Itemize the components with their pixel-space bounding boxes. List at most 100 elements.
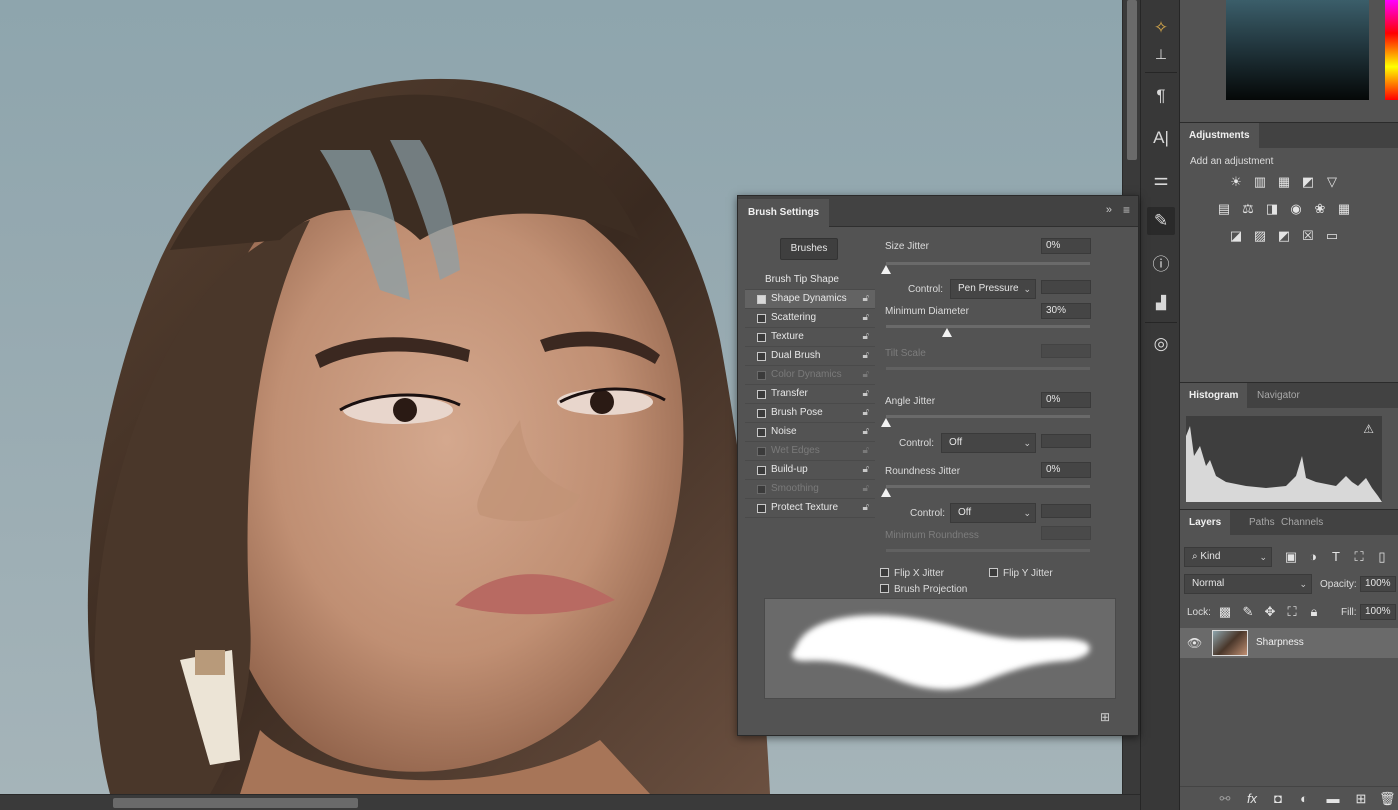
layer-filter-dropdown[interactable]: ⌕ Kind ⌄ [1184, 547, 1272, 567]
option-checkbox[interactable] [757, 352, 766, 361]
lock-pixels-icon[interactable]: ✎ [1240, 604, 1256, 620]
type-filter-icon[interactable]: T [1328, 549, 1344, 565]
flip-x-checkbox[interactable] [880, 568, 889, 577]
color-balance-icon[interactable]: ⚖ [1240, 201, 1256, 217]
scroll-thumb[interactable] [1127, 0, 1137, 160]
threshold-icon[interactable]: ◩ [1276, 228, 1292, 244]
new-adjustment-icon[interactable]: ◐ [1296, 791, 1312, 807]
size-jitter-slider[interactable] [886, 262, 1090, 265]
selective-color-icon[interactable]: ☒ [1300, 228, 1316, 244]
collapse-icon[interactable]: » [1106, 204, 1112, 216]
tab-layers[interactable]: Layers [1180, 510, 1231, 536]
option-checkbox[interactable] [757, 314, 766, 323]
lock-icon[interactable]: 🔓︎ [863, 388, 869, 399]
lock-icon[interactable]: 🔓︎ [863, 426, 869, 437]
option-checkbox[interactable] [757, 333, 766, 342]
tab-channels[interactable]: Channels [1272, 510, 1332, 536]
flip-y-checkbox[interactable] [989, 568, 998, 577]
info-icon[interactable]: ⓘ [1147, 248, 1175, 276]
brush-option-row[interactable]: Scattering 🔓︎ [745, 309, 875, 328]
size-jitter-knob[interactable] [881, 265, 891, 274]
layer-name[interactable]: Sharpness [1256, 637, 1304, 648]
brush-option-row[interactable]: Brush Tip Shape [745, 271, 875, 290]
size-jitter-input[interactable]: 0% [1041, 238, 1091, 254]
fade-input[interactable] [1041, 280, 1091, 294]
posterize-icon[interactable]: ▨ [1252, 228, 1268, 244]
angle-control-dropdown[interactable]: Off ⌄ [941, 433, 1036, 453]
roundness-jitter-input[interactable]: 0% [1041, 462, 1091, 478]
lock-icon[interactable]: 🔓︎ [863, 502, 869, 513]
paragraph-icon[interactable]: ¶ [1147, 82, 1175, 110]
minimum-diameter-knob[interactable] [942, 328, 953, 337]
tab-adjustments[interactable]: Adjustments [1180, 123, 1259, 149]
option-checkbox[interactable] [757, 428, 766, 437]
roundness-fade-input[interactable] [1041, 504, 1091, 518]
hue-slider[interactable] [1385, 0, 1398, 100]
history-brush-icon[interactable]: ✧ [1147, 14, 1175, 42]
panel-title[interactable]: Brush Settings [738, 199, 830, 227]
option-checkbox[interactable] [757, 466, 766, 475]
option-checkbox[interactable] [757, 409, 766, 418]
minimum-diameter-slider[interactable] [886, 325, 1090, 328]
pixel-filter-icon[interactable]: ▣ [1283, 549, 1299, 565]
levels-icon[interactable]: ▥ [1252, 174, 1268, 190]
brush-projection-checkbox[interactable] [880, 584, 889, 593]
opacity-input[interactable]: 100% [1360, 576, 1396, 592]
eye-icon[interactable]: 👁︎ [1187, 636, 1202, 650]
scroll-thumb[interactable] [113, 798, 358, 808]
control-dropdown[interactable]: Pen Pressure ⌄ [950, 279, 1036, 299]
lock-icon[interactable]: 🔓︎ [863, 331, 869, 342]
character-icon[interactable]: A| [1147, 124, 1175, 152]
link-icon[interactable]: ⚯ [1217, 791, 1233, 807]
lock-icon[interactable]: 🔓︎ [863, 312, 869, 323]
lock-position-icon[interactable]: ✥ [1262, 604, 1278, 620]
lock-transparent-icon[interactable]: ▩ [1217, 604, 1233, 620]
roundness-control-dropdown[interactable]: Off ⌄ [950, 503, 1036, 523]
brushes-button[interactable]: Brushes [780, 238, 838, 260]
option-checkbox[interactable] [757, 295, 766, 304]
invert-icon[interactable]: ◪ [1228, 228, 1244, 244]
trash-icon[interactable]: 🗑︎ [1379, 791, 1396, 807]
tab-navigator[interactable]: Navigator [1248, 383, 1309, 409]
new-layer-icon[interactable]: ⊞ [1353, 791, 1369, 807]
brush-option-row[interactable]: Noise 🔓︎ [745, 423, 875, 442]
fill-input[interactable]: 100% [1360, 604, 1396, 620]
lock-icon[interactable]: 🔓︎ [863, 483, 869, 494]
angle-fade-input[interactable] [1041, 434, 1091, 448]
folder-icon[interactable]: ▬ [1325, 791, 1341, 807]
color-field[interactable] [1226, 0, 1369, 100]
lock-icon[interactable]: 🔓︎ [863, 369, 869, 380]
black-white-icon[interactable]: ◨ [1264, 201, 1280, 217]
lock-icon[interactable]: 🔓︎ [863, 464, 869, 475]
shape-filter-icon[interactable]: ⛶ [1351, 549, 1367, 565]
lock-icon[interactable]: 🔓︎ [863, 293, 869, 304]
brightness-contrast-icon[interactable]: ☀ [1228, 174, 1244, 190]
channel-mixer-icon[interactable]: ❀ [1312, 201, 1328, 217]
angle-jitter-knob[interactable] [881, 418, 891, 427]
layer-row[interactable]: 👁︎ Sharpness [1180, 628, 1398, 658]
create-new-brush-icon[interactable]: ⊞ [1100, 710, 1110, 724]
adjustment-filter-icon[interactable]: ◑ [1305, 549, 1321, 565]
actions-icon[interactable]: ▟ [1147, 289, 1175, 317]
gradient-map-icon[interactable]: ▭ [1324, 228, 1340, 244]
fx-icon[interactable]: fx [1244, 791, 1260, 807]
lock-artboard-icon[interactable]: ⛶ [1284, 604, 1300, 620]
angle-jitter-input[interactable]: 0% [1041, 392, 1091, 408]
tab-histogram[interactable]: Histogram [1180, 383, 1248, 409]
lock-icon[interactable]: 🔓︎ [863, 407, 869, 418]
angle-jitter-slider[interactable] [886, 415, 1090, 418]
exposure-icon[interactable]: ◩ [1300, 174, 1316, 190]
clone-stamp-icon[interactable]: ⊥ [1147, 40, 1175, 68]
vibrance-icon[interactable]: ▤ [1216, 201, 1232, 217]
brush-option-row[interactable]: Texture 🔓︎ [745, 328, 875, 347]
properties-icon[interactable]: ⚌ [1147, 166, 1175, 194]
lock-all-icon[interactable]: 🔒︎ [1306, 604, 1322, 620]
horizontal-scrollbar[interactable] [0, 794, 1140, 810]
brush-settings-icon[interactable]: ✎ [1147, 207, 1175, 235]
brush-option-row[interactable]: Transfer 🔓︎ [745, 385, 875, 404]
gradient-map-triangle-icon[interactable]: ▽ [1324, 174, 1340, 190]
curves-icon[interactable]: ▦ [1276, 174, 1292, 190]
lock-icon[interactable]: 🔓︎ [863, 350, 869, 361]
option-checkbox[interactable] [757, 504, 766, 513]
brush-option-row[interactable]: Build-up 🔓︎ [745, 461, 875, 480]
